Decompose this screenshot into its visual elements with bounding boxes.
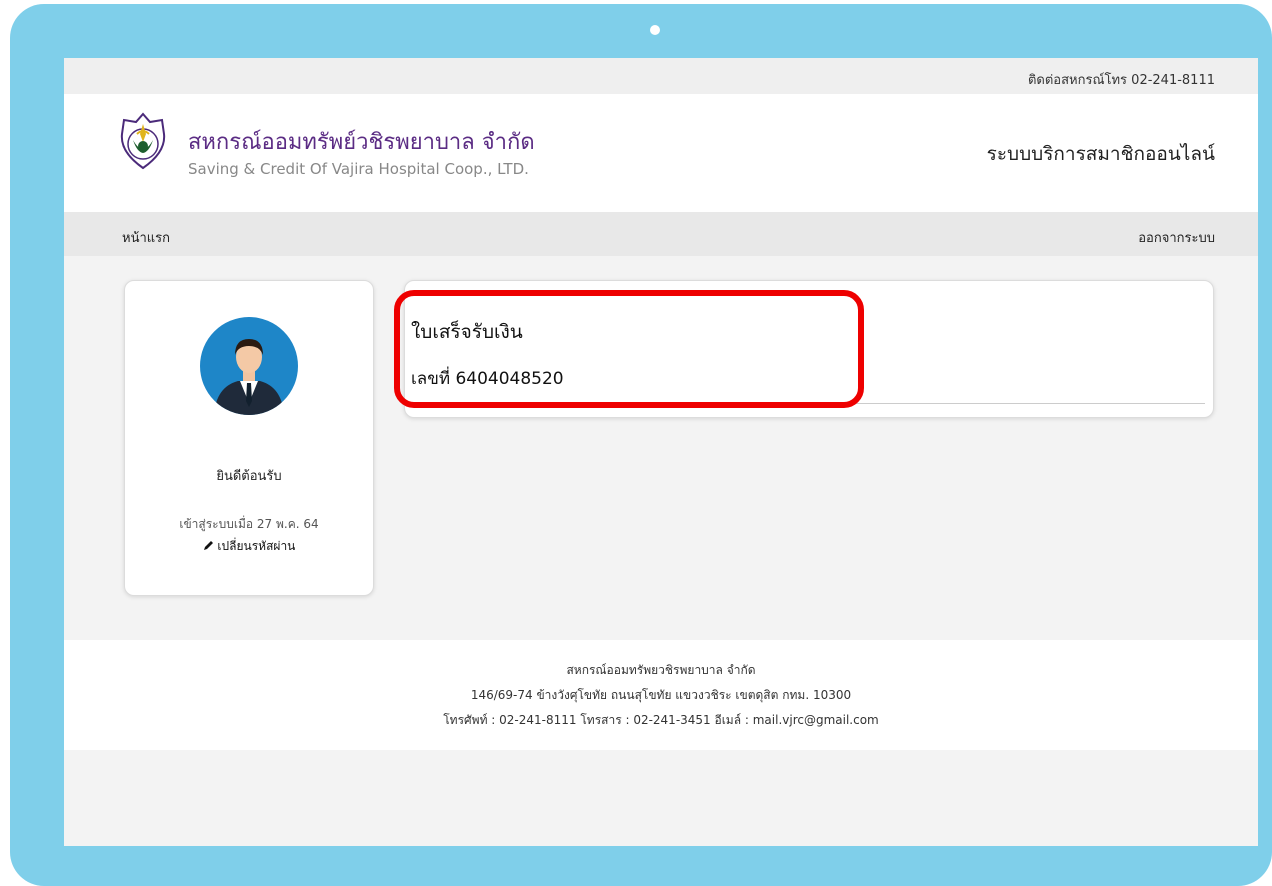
contact-phone: ติดต่อสหกรณ์โทร 02-241-8111 [1027,73,1215,88]
nav-home-link[interactable]: หน้าแรก [122,227,170,248]
change-password-label: เปลี่ยนรหัสผ่าน [217,539,296,553]
tablet-frame: ติดต่อสหกรณ์โทร 02-241-8111 สหกรณ์ออมทรั… [10,4,1272,886]
welcome-text: ยินดีต้อนรับ [216,469,282,484]
highlight-annotation [394,290,864,408]
last-login-text: เข้าสู่ระบบเมื่อ 27 พ.ค. 64 [179,517,319,531]
org-name-english: Saving & Credit Of Vajira Hospital Coop.… [188,160,529,178]
top-bar: ติดต่อสหกรณ์โทร 02-241-8111 [64,58,1258,94]
footer-contact: โทรศัพท์ : 02-241-8111 โทรสาร : 02-241-3… [443,713,879,727]
logout-link[interactable]: ออกจากระบบ [1138,227,1215,248]
user-avatar-icon [200,317,298,415]
nav-bar: หน้าแรก ออกจากระบบ [64,212,1258,256]
camera-dot [650,25,660,35]
profile-card: ยินดีต้อนรับ เข้าสู่ระบบเมื่อ 27 พ.ค. 64… [124,280,374,596]
screen: ติดต่อสหกรณ์โทร 02-241-8111 สหกรณ์ออมทรั… [64,58,1258,846]
pencil-icon [203,541,213,550]
coop-emblem-icon [120,112,166,170]
org-name-thai: สหกรณ์ออมทรัพย์วชิรพยาบาล จำกัด [188,130,535,155]
change-password-link[interactable]: เปลี่ยนรหัสผ่าน [125,537,373,556]
system-title: ระบบบริการสมาชิกออนไลน์ [986,143,1215,165]
site-footer: สหกรณ์ออมทรัพยวชิรพยาบาล จำกัด 146/69-74… [64,640,1258,750]
footer-address: 146/69-74 ข้างวังศุโขทัย ถนนสุโขทัย แขวง… [470,688,852,702]
footer-org-name: สหกรณ์ออมทรัพยวชิรพยาบาล จำกัด [566,663,756,677]
site-header: สหกรณ์ออมทรัพย์วชิรพยาบาล จำกัด Saving &… [64,94,1258,212]
